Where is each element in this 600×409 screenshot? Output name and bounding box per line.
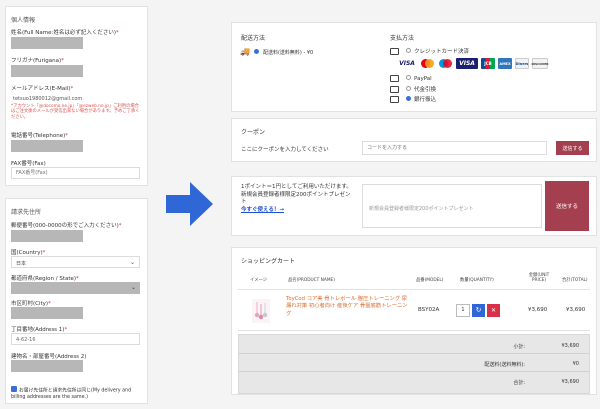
shopping-cart-panel: ショッピングカート イメージ 品名(PRODUCT NAME) 品番(MODEL… xyxy=(231,247,597,395)
address2-label: 建物名・部屋番号(Address 2) xyxy=(11,354,87,360)
cart-table-header: イメージ 品名(PRODUCT NAME) 品番(MODEL) 数量(QUANT… xyxy=(238,270,590,290)
visa-logo: VISA xyxy=(399,60,415,67)
credit-card-icon xyxy=(390,75,399,82)
amex-logo: AMEX xyxy=(498,58,512,69)
refresh-icon: ↻ xyxy=(475,306,482,314)
coupon-panel: クーポン ここにクーポンを入力してください 送信する xyxy=(231,118,597,162)
billing-address-panel: 請求先住所 郵便番号(000-0000の形でご入力ください)* 国(Countr… xyxy=(5,198,148,404)
billing-title: 請求先住所 xyxy=(11,209,42,216)
city-input[interactable] xyxy=(11,307,83,319)
payment-paypal-option[interactable]: PayPal xyxy=(390,75,432,82)
radio-icon xyxy=(406,47,411,53)
name-label: 姓名(Full Name:姓名は必ず記入ください)* xyxy=(11,30,119,36)
shipping-option[interactable]: 🚚 配送料(送料無料) - ¥0 xyxy=(240,48,313,56)
email-label: メールアドレス(E-Mail)* xyxy=(11,86,74,92)
checkbox-checked-icon xyxy=(11,386,17,392)
points-text: 1ポイント＝1円としてご利用いただけます。 新規会員登録者様限定200ポイントプ… xyxy=(241,184,353,215)
unit-price: ¥3,690 xyxy=(528,307,548,313)
payment-title: 支払方法 xyxy=(390,35,415,42)
region-select[interactable]: ⌄ xyxy=(11,282,140,294)
product-model: BSY02A xyxy=(418,307,440,313)
shipping-payment-panel: 配送方法 🚚 配送料(送料無料) - ¥0 支払方法 クレジットカード決済 VI… xyxy=(231,22,597,112)
maestro-logo xyxy=(439,59,452,68)
name-input[interactable] xyxy=(11,37,83,49)
quantity-input[interactable]: 1 xyxy=(456,304,470,317)
chevron-down-icon: ⌄ xyxy=(129,259,135,266)
postal-label: 郵便番号(000-0000の形でご入力ください)* xyxy=(11,223,122,229)
subtotal-row: 小計: ¥3,690 xyxy=(239,337,589,354)
product-name-link[interactable]: ToyCod コア美 骨トレボール 膣圧トレーニング 尿漏れ対策 初心者向け 産… xyxy=(286,296,412,318)
furigana-label: フリガナ(Furigana)* xyxy=(11,58,64,64)
points-input[interactable]: 新規会員登録者様限定200ポイントプレゼント xyxy=(362,184,542,228)
diners-logo: Diners xyxy=(515,58,529,69)
fax-label: FAX番号(Fax) xyxy=(11,161,46,167)
arrow-right-icon xyxy=(166,182,213,226)
shipping-row: 配送料(送料無料): ¥0 xyxy=(239,355,589,372)
cart-title: ショッピングカート xyxy=(241,258,296,265)
email-field[interactable]: tetsuo1980012@gmail.com xyxy=(13,96,82,102)
shipping-title: 配送方法 xyxy=(241,35,266,42)
close-icon: ✕ xyxy=(490,307,497,314)
phone-label: 電話番号(Telephone)* xyxy=(11,133,68,139)
col-unit: 金額(UNIT PRICE) xyxy=(528,273,550,283)
address1-input[interactable]: 4-62-16 xyxy=(11,333,140,345)
jcb-logo: JCB xyxy=(481,58,495,69)
phone-input[interactable] xyxy=(11,140,83,152)
chevron-down-icon: ⌄ xyxy=(130,284,136,291)
truck-icon: 🚚 xyxy=(240,47,250,56)
col-total: 合計(TOTAL) xyxy=(562,278,588,283)
country-select[interactable]: 日本 ⌄ xyxy=(11,256,140,268)
radio-selected-icon xyxy=(253,48,259,54)
radio-selected-icon xyxy=(406,95,411,101)
address1-label: 丁目番地(Address 1)* xyxy=(11,327,68,333)
col-model: 品番(MODEL) xyxy=(416,278,444,283)
address2-input[interactable] xyxy=(11,360,83,372)
col-image: イメージ xyxy=(250,278,268,283)
refresh-button[interactable]: ↻ xyxy=(472,304,485,317)
city-label: 市区町村(City)* xyxy=(11,301,51,307)
radio-icon xyxy=(406,75,411,80)
country-label: 国(Country)* xyxy=(11,250,46,256)
cart-summary: 小計: ¥3,690 配送料(送料無料): ¥0 合計: ¥3,690 xyxy=(238,334,590,394)
furigana-input[interactable] xyxy=(11,65,83,77)
product-thumbnail xyxy=(252,299,270,323)
coupon-title: クーポン xyxy=(241,129,266,136)
personal-info-panel: 個人情報 姓名(Full Name:姓名は必ず記入ください)* フリガナ(Fur… xyxy=(5,6,148,186)
points-panel: 1ポイント＝1円としてご利用いただけます。 新規会員登録者様限定200ポイントプ… xyxy=(231,176,597,236)
remove-button[interactable]: ✕ xyxy=(487,304,500,317)
payment-bank-option[interactable]: 銀行振込 xyxy=(390,95,436,103)
coupon-submit-button[interactable]: 送信する xyxy=(556,141,589,155)
coupon-input[interactable] xyxy=(362,141,547,155)
total-row: 合計: ¥3,690 xyxy=(513,379,579,386)
discover-logo: DISCOVER xyxy=(531,58,549,69)
mastercard-logo xyxy=(421,59,434,68)
personal-info-title: 個人情報 xyxy=(11,17,36,24)
payment-cod-option[interactable]: 代金引換 xyxy=(390,85,436,93)
coupon-prompt: ここにクーポンを入力してください xyxy=(241,147,329,153)
points-use-link[interactable]: 今すぐ使える！→ xyxy=(241,207,353,215)
postal-input[interactable] xyxy=(11,230,83,242)
region-label: 都道府県(Region / State)* xyxy=(11,276,79,282)
points-submit-button[interactable]: 送信する xyxy=(545,181,589,231)
customer-form: 個人情報 姓名(Full Name:姓名は必ず記入ください)* フリガナ(Fur… xyxy=(5,6,148,404)
payment-credit-option[interactable]: クレジットカード決済 xyxy=(390,47,469,55)
col-qty: 数量(QUANTITY) xyxy=(460,278,494,283)
table-row: ToyCod コア美 骨トレボール 膣圧トレーニング 尿漏れ対策 初心者向け 産… xyxy=(238,291,590,331)
credit-card-icon xyxy=(390,47,399,55)
radio-icon xyxy=(406,85,411,91)
col-product: 品名(PRODUCT NAME) xyxy=(288,278,335,283)
cash-icon xyxy=(390,85,399,93)
card-brand-logos: VISA VISA JCB AMEX Diners DISCOVER xyxy=(397,58,549,69)
same-address-checkbox[interactable]: お届け先住所と請求先住所は同じ(My delivery and billing … xyxy=(11,386,143,401)
email-warning-note: *アカウント「@docomo.ne.jp」「@ezweb.ne.jp」ご利用の場… xyxy=(11,104,140,120)
visa-logo-2: VISA xyxy=(456,58,478,69)
bank-icon xyxy=(390,95,399,103)
fax-input[interactable] xyxy=(11,167,140,179)
line-total: ¥3,690 xyxy=(566,307,586,313)
